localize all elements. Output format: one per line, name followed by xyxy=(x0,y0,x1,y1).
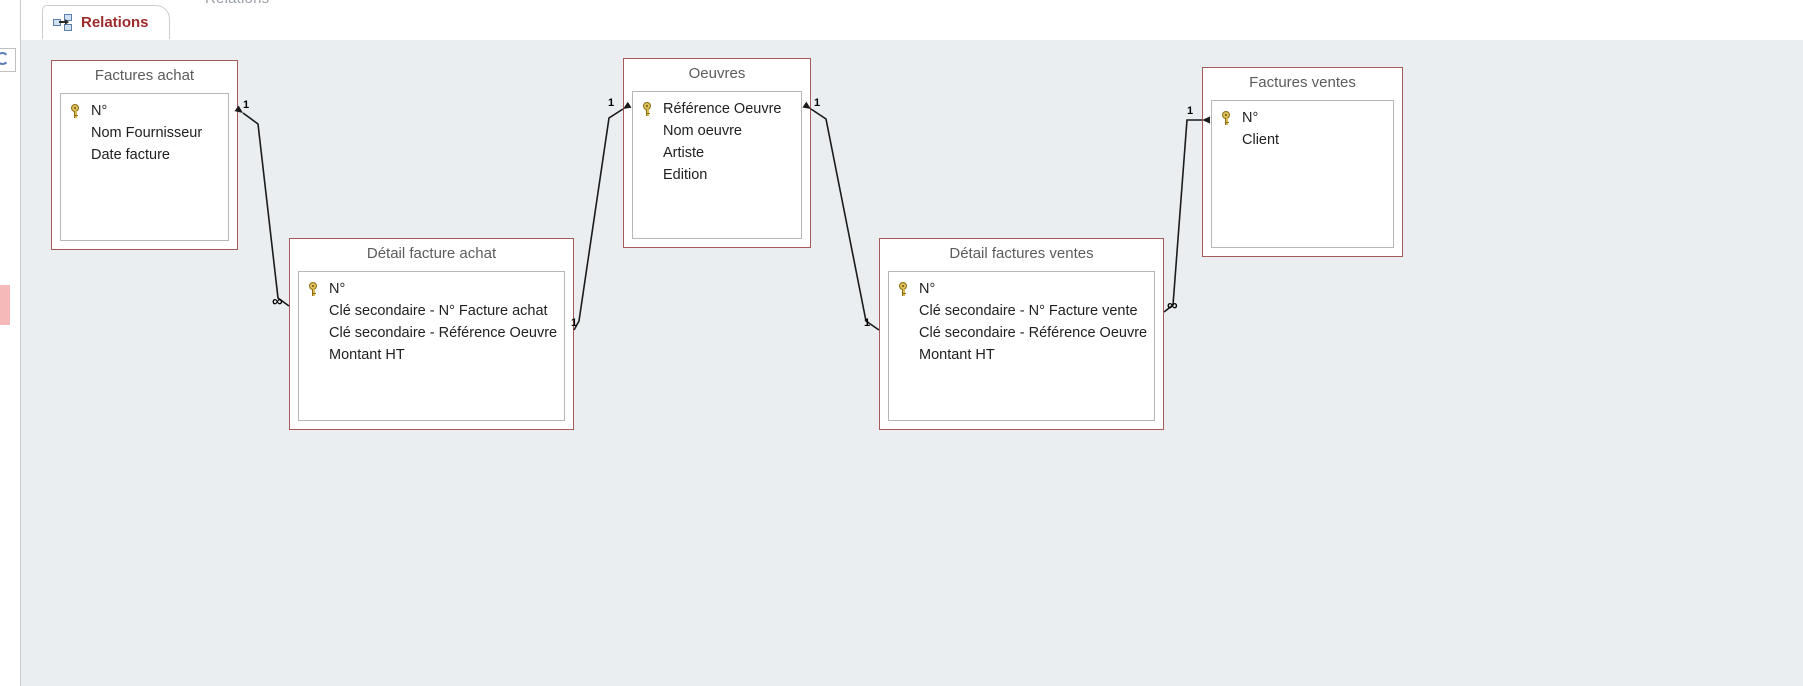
table-field-label: Montant HT xyxy=(329,347,405,363)
table-field[interactable]: N° xyxy=(889,278,1154,300)
primary-key-icon xyxy=(69,100,87,122)
primary-key-icon xyxy=(307,278,325,300)
table-field[interactable]: Date facture xyxy=(61,144,228,166)
relationship-line-rel-achat[interactable] xyxy=(234,105,290,307)
field-icon-spacer xyxy=(897,300,915,322)
table-field[interactable]: Montant HT xyxy=(889,344,1154,366)
access-relations-window: Relations Relations Factures achat N° Nom … xyxy=(0,0,1803,686)
table-field[interactable]: Clé secondaire - Référence Oeuvre xyxy=(889,322,1154,344)
relationship-line-rel-oeuvre-achat[interactable] xyxy=(573,101,632,331)
table-field-label: Clé secondaire - Référence Oeuvre xyxy=(919,325,1148,341)
table-field-label: Référence Oeuvre xyxy=(663,101,782,117)
table-card-detail-facture-achat[interactable]: Détail facture achat N° Clé secondaire - N… xyxy=(289,238,574,430)
table-field-label: Clé secondaire - N° Facture vente xyxy=(919,303,1138,319)
table-card-factures-ventes[interactable]: Factures ventes N° Client xyxy=(1202,67,1403,257)
table-field-list-detail-facture-achat[interactable]: N° Clé secondaire - N° Facture achat Clé s… xyxy=(298,271,565,421)
table-field-label: Clé secondaire - N° Facture achat xyxy=(329,303,548,319)
cardinality-one-label: 1 xyxy=(243,99,250,111)
table-field[interactable]: Clé secondaire - N° Facture vente xyxy=(889,300,1154,322)
tab-relations-label: Relations xyxy=(81,14,149,31)
table-title-oeuvres: Oeuvres xyxy=(688,65,746,82)
table-title-factures-ventes: Factures ventes xyxy=(1249,74,1356,91)
table-field[interactable]: N° xyxy=(61,100,228,122)
primary-key-icon xyxy=(1220,107,1238,129)
table-field-label: Edition xyxy=(663,167,708,183)
table-field[interactable]: Nom Fournisseur xyxy=(61,122,228,144)
left-navigation-strip xyxy=(0,0,21,686)
table-field[interactable]: Client xyxy=(1212,129,1393,151)
circle-arrow-icon[interactable] xyxy=(0,48,16,72)
field-icon-spacer xyxy=(641,164,659,186)
document-tab-strip: Relations Relations xyxy=(20,0,1803,40)
relations-icon xyxy=(53,14,72,31)
table-field-label: Nom Fournisseur xyxy=(91,125,203,141)
table-field[interactable]: N° xyxy=(1212,107,1393,129)
primary-key-icon xyxy=(641,98,659,120)
table-field-label: N° xyxy=(1242,110,1259,126)
field-icon-spacer xyxy=(307,300,325,322)
table-field-label: Montant HT xyxy=(919,347,995,363)
relations-canvas[interactable]: Factures achat N° Nom Fournisseur Date fact… xyxy=(20,40,1803,686)
table-field[interactable]: Edition xyxy=(633,164,801,186)
table-field-label: Nom oeuvre xyxy=(663,123,742,139)
field-icon-spacer xyxy=(307,322,325,344)
table-field-label: Artiste xyxy=(663,145,705,161)
table-field[interactable]: N° xyxy=(299,278,564,300)
tab-relations[interactable]: Relations xyxy=(42,5,170,39)
cardinality-many-label: 1 xyxy=(571,317,578,329)
field-icon-spacer xyxy=(897,344,915,366)
cardinality-many-label: 1 xyxy=(864,317,871,329)
table-field-list-detail-factures-ventes[interactable]: N° Clé secondaire - N° Facture vente Clé s… xyxy=(888,271,1155,421)
table-field-list-factures-achat[interactable]: N° Nom Fournisseur Date facture xyxy=(60,93,229,241)
cardinality-one-label: 1 xyxy=(814,97,821,109)
field-icon-spacer xyxy=(641,142,659,164)
relationship-line-rel-oeuvre-vente[interactable] xyxy=(802,101,880,331)
relationship-line-rel-vente[interactable] xyxy=(1163,116,1210,313)
field-icon-spacer xyxy=(69,144,87,166)
table-field-label: Client xyxy=(1242,132,1280,148)
table-field[interactable]: Nom oeuvre xyxy=(633,120,801,142)
table-title-detail-facture-achat: Détail facture achat xyxy=(366,245,497,262)
table-card-factures-achat[interactable]: Factures achat N° Nom Fournisseur Date fact… xyxy=(51,60,238,250)
background-tab-label: Relations xyxy=(205,0,269,7)
table-card-oeuvres[interactable]: Oeuvres Référence Oeuvre Nom oeuvre Artiste… xyxy=(623,58,811,248)
field-icon-spacer xyxy=(307,344,325,366)
table-field-list-factures-ventes[interactable]: N° Client xyxy=(1211,100,1394,248)
table-field-label: Clé secondaire - Référence Oeuvre xyxy=(329,325,558,341)
cardinality-one-label: 1 xyxy=(1187,105,1194,117)
table-field-list-oeuvres[interactable]: Référence Oeuvre Nom oeuvre Artiste Edition xyxy=(632,91,802,239)
table-field[interactable]: Clé secondaire - N° Facture achat xyxy=(299,300,564,322)
primary-key-icon xyxy=(897,278,915,300)
cardinality-many-label: ∞ xyxy=(272,293,283,310)
cardinality-many-label: ∞ xyxy=(1167,297,1178,314)
field-icon-spacer xyxy=(897,322,915,344)
table-field-label: N° xyxy=(329,281,346,297)
table-field[interactable]: Clé secondaire - Référence Oeuvre xyxy=(299,322,564,344)
field-icon-spacer xyxy=(641,120,659,142)
field-icon-spacer xyxy=(1220,129,1238,151)
table-field[interactable]: Référence Oeuvre xyxy=(633,98,801,120)
cardinality-one-label: 1 xyxy=(608,97,615,109)
field-icon-spacer xyxy=(69,122,87,144)
pink-swatch xyxy=(0,285,10,325)
table-field-label: N° xyxy=(919,281,936,297)
table-field-label: N° xyxy=(91,103,108,119)
table-card-detail-factures-ventes[interactable]: Détail factures ventes N° Clé secondaire -… xyxy=(879,238,1164,430)
table-title-detail-factures-ventes: Détail factures ventes xyxy=(949,245,1094,262)
table-field[interactable]: Artiste xyxy=(633,142,801,164)
table-title-factures-achat: Factures achat xyxy=(94,67,195,84)
table-field[interactable]: Montant HT xyxy=(299,344,564,366)
table-field-label: Date facture xyxy=(91,147,170,163)
